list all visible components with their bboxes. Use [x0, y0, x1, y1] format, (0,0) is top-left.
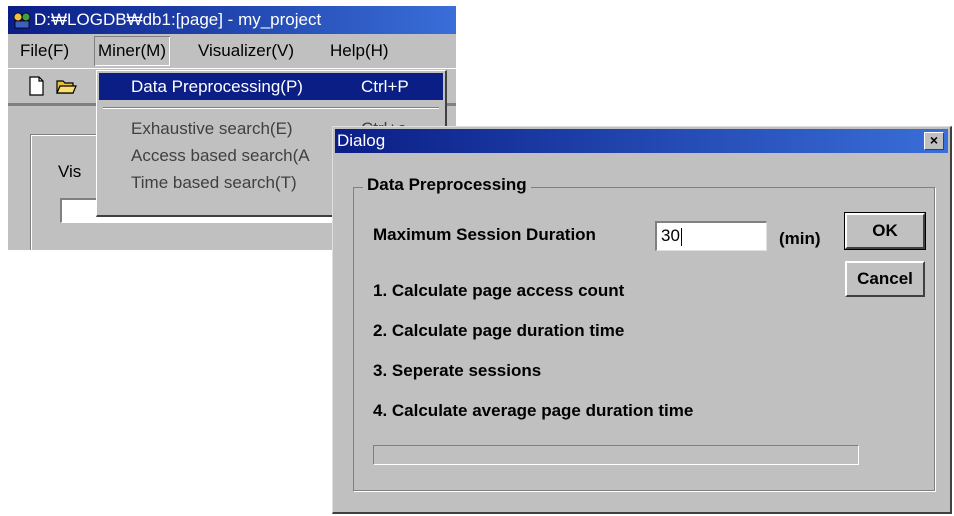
dialog-title: Dialog: [337, 131, 386, 150]
menu-help[interactable]: Help(H): [326, 36, 393, 66]
dialog-title-bar[interactable]: Dialog ×: [335, 129, 948, 153]
menu-item-label: Time based search(T): [131, 173, 297, 192]
menu-separator: [103, 107, 439, 109]
progress-bar: [373, 445, 859, 465]
duration-input[interactable]: 30: [655, 221, 767, 251]
text-caret: [680, 227, 682, 246]
data-preprocessing-dialog: Dialog × Data Preprocessing Maximum Sess…: [332, 126, 952, 514]
menu-file[interactable]: File(F): [16, 36, 73, 66]
step-1-label: 1. Calculate page access count: [373, 281, 625, 300]
app-icon: [13, 12, 31, 29]
new-file-icon[interactable]: [24, 74, 48, 98]
menu-item-label: Exhaustive search(E): [131, 119, 293, 138]
menu-item-data-preprocessing[interactable]: Data Preprocessing(P) Ctrl+P: [99, 73, 443, 100]
duration-unit: (min): [779, 229, 821, 248]
cancel-button[interactable]: Cancel: [845, 261, 925, 297]
main-field-label: Vis: [58, 162, 82, 181]
menu-miner[interactable]: Miner(M): [94, 36, 170, 66]
menu-item-shortcut: Ctrl+P: [361, 77, 409, 96]
duration-value: 30: [661, 226, 680, 245]
menu-item-label: Data Preprocessing(P): [131, 77, 303, 96]
menu-item-label: Access based search(A: [131, 146, 310, 165]
close-icon[interactable]: ×: [924, 132, 944, 150]
step-2-label: 2. Calculate page duration time: [373, 321, 625, 340]
menu-visualizer[interactable]: Visualizer(V): [194, 36, 298, 66]
ok-button[interactable]: OK: [844, 212, 926, 250]
step-3-label: 3. Seperate sessions: [373, 361, 542, 380]
main-title-bar[interactable]: D:₩LOGDB₩db1:[page] - my_project: [8, 6, 456, 34]
group-caption: Data Preprocessing: [363, 175, 531, 195]
duration-label: Maximum Session Duration: [373, 225, 596, 244]
menu-bar: File(F) Miner(M) Visualizer(V) Help(H): [8, 36, 456, 66]
open-folder-icon[interactable]: [54, 74, 78, 98]
step-4-label: 4. Calculate average page duration time: [373, 401, 694, 420]
main-window-title: D:₩LOGDB₩db1:[page] - my_project: [34, 10, 322, 29]
